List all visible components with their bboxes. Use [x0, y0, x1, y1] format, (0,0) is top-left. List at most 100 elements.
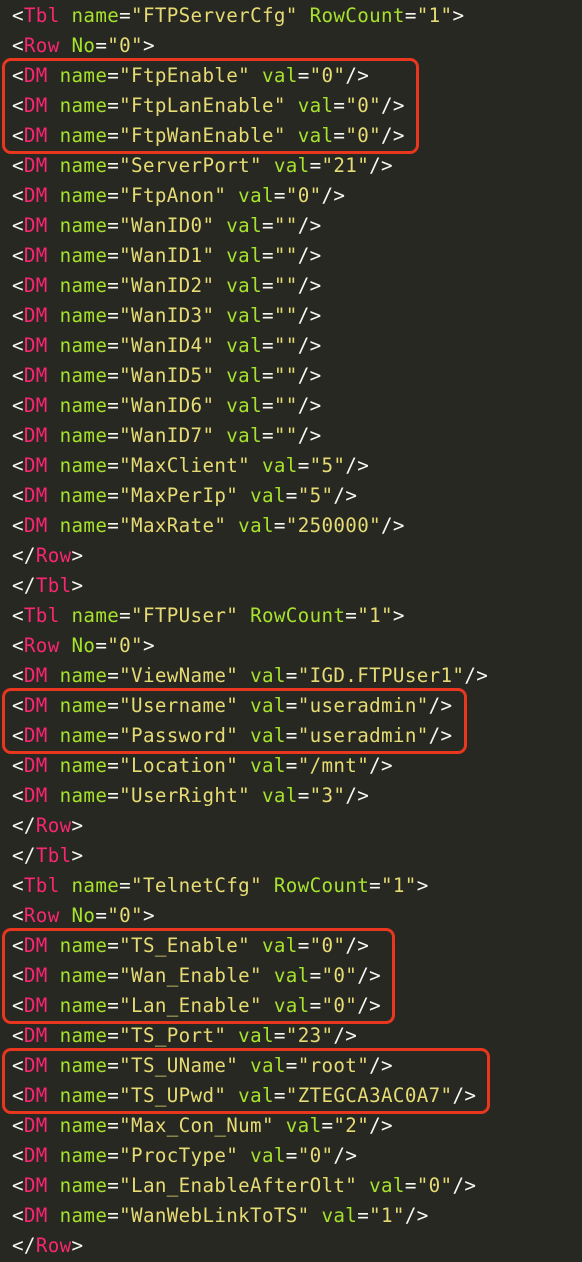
attribute-name: val	[250, 484, 286, 507]
tag-bracket: >	[416, 874, 429, 897]
tag-name: DM	[23, 244, 48, 267]
tag-bracket: />	[428, 724, 453, 747]
equals-sign: =	[297, 454, 310, 477]
attribute-name: name	[71, 604, 120, 627]
attribute-name: val	[250, 724, 286, 747]
equals-sign: =	[107, 274, 120, 297]
attribute-value: "0"	[107, 904, 143, 927]
equals-sign: =	[273, 1084, 286, 1107]
attribute-name: name	[71, 4, 120, 27]
attribute-name: val	[226, 424, 262, 447]
tag-bracket: <	[12, 364, 24, 387]
tag-bracket: />	[369, 154, 393, 177]
attribute-value: ""	[273, 214, 298, 237]
attribute-value: "useradmin"	[297, 694, 429, 717]
code-line: <DM name="TS_UName" val="root"/>	[0, 1051, 582, 1081]
tag-bracket: />	[452, 1084, 477, 1107]
code-line: </Row>	[0, 541, 582, 571]
attribute-name: name	[59, 724, 108, 747]
tag-bracket: <	[12, 604, 24, 627]
equals-sign: =	[404, 4, 417, 27]
equals-sign: =	[285, 754, 298, 777]
code-line: <DM name="MaxPerIp" val="5"/>	[0, 481, 582, 511]
attribute-value: "0"	[321, 994, 358, 1017]
tag-bracket: >	[142, 904, 155, 927]
equals-sign: =	[297, 64, 310, 87]
attribute-name: name	[59, 994, 108, 1017]
attribute-name: val	[226, 364, 262, 387]
equals-sign: =	[309, 964, 322, 987]
tag-name: Tbl	[23, 604, 60, 627]
attribute-name: val	[285, 1114, 322, 1137]
equals-sign: =	[107, 1114, 120, 1137]
equals-sign: =	[261, 364, 274, 387]
attribute-name: name	[59, 304, 108, 327]
tag-bracket: <	[12, 304, 24, 327]
equals-sign: =	[95, 34, 108, 57]
attribute-value: "ServerPort"	[119, 154, 262, 177]
code-line: <DM name="TS_Enable" val="0"/>	[0, 931, 582, 961]
attribute-value: "0"	[107, 34, 143, 57]
tag-name: Row	[35, 1234, 72, 1257]
attribute-value: "ZTEGCA3AC0A7"	[285, 1084, 453, 1107]
tag-bracket: </	[12, 844, 36, 867]
attribute-value: "0"	[107, 634, 143, 657]
equals-sign: =	[107, 1054, 120, 1077]
tag-bracket: />	[369, 754, 393, 777]
tag-bracket: />	[297, 394, 322, 417]
equals-sign: =	[95, 904, 108, 927]
attribute-name: No	[71, 904, 96, 927]
attribute-value: ""	[273, 244, 298, 267]
attribute-value: "MaxPerIp"	[119, 484, 239, 507]
attribute-name: name	[59, 694, 108, 717]
tag-name: DM	[23, 94, 48, 117]
attribute-value: "23"	[285, 1024, 334, 1047]
code-line: <DM name="UserRight" val="3"/>	[0, 781, 582, 811]
attribute-name: name	[59, 1204, 108, 1227]
attribute-value: "0"	[297, 1144, 334, 1167]
attribute-value: "3"	[309, 784, 346, 807]
equals-sign: =	[107, 964, 120, 987]
attribute-value: "WanID0"	[119, 214, 215, 237]
tag-name: DM	[23, 1144, 48, 1167]
equals-sign: =	[107, 244, 120, 267]
tag-bracket: />	[345, 784, 370, 807]
tag-name: Row	[35, 814, 72, 837]
attribute-name: name	[59, 94, 108, 117]
tag-name: DM	[23, 214, 48, 237]
code-line: </Tbl>	[0, 841, 582, 871]
attribute-value: "FtpLanEnable"	[119, 94, 286, 117]
attribute-value: "2"	[333, 1114, 370, 1137]
equals-sign: =	[309, 994, 322, 1017]
tag-bracket: <	[12, 514, 24, 537]
attribute-name: name	[59, 514, 108, 537]
attribute-name: val	[261, 934, 298, 957]
tag-name: DM	[23, 1114, 48, 1137]
attribute-name: val	[238, 184, 274, 207]
tag-bracket: />	[381, 514, 405, 537]
equals-sign: =	[261, 214, 274, 237]
attribute-name: val	[226, 244, 262, 267]
attribute-value: "1"	[416, 4, 453, 27]
attribute-name: name	[59, 664, 108, 687]
equals-sign: =	[107, 1024, 120, 1047]
tag-bracket: </	[12, 574, 36, 597]
attribute-value: "ViewName"	[119, 664, 239, 687]
